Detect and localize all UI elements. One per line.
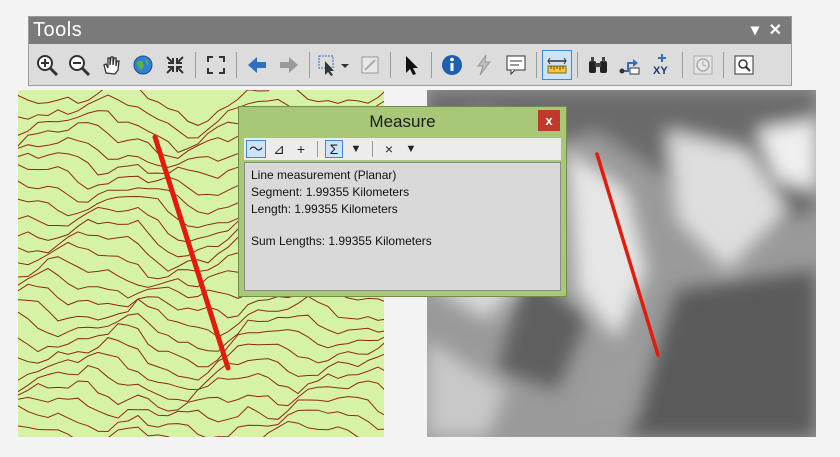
segment-length-text: Segment: 1.99355 Kilometers [251,185,410,199]
sum-lengths-text: Sum Lengths: 1.99355 Kilometers [251,234,432,248]
tools-titlebar[interactable] [29,17,791,44]
toolbar-separator [536,52,537,78]
go-to-xy-icon[interactable]: XY [647,50,677,80]
tools-toolbar: Tools ▾ ✕ XY [28,16,792,86]
tools-dropdown-icon[interactable]: ▾ [751,20,759,40]
measure-dialog-title[interactable]: Measure [239,109,566,135]
tools-button-row: XY [32,48,759,82]
magnifier-window-icon[interactable] [729,50,759,80]
tools-title: Tools [33,19,83,41]
zoom-out-icon[interactable] [64,50,94,80]
svg-text:XY: XY [653,65,668,77]
fixed-zoom-out-icon[interactable] [201,50,231,80]
show-total-sum-button[interactable]: Σ [325,140,343,158]
hyperlink-lightning-icon[interactable] [469,50,499,80]
measure-area-button[interactable]: ⊿ [270,140,288,158]
toolbar-separator [309,52,310,78]
measure-feature-button[interactable]: + [292,140,310,158]
time-slider-icon[interactable] [688,50,718,80]
toolbar-separator [195,52,196,78]
toolbar-separator [317,141,318,157]
forward-arrow-icon[interactable] [274,50,304,80]
choose-measurement-type-dropdown[interactable]: ▼ [347,140,365,158]
measure-output-panel: Line measurement (Planar) Segment: 1.993… [244,162,561,291]
clear-selection-icon[interactable] [355,50,385,80]
toolbar-separator [390,52,391,78]
tools-close-icon[interactable]: ✕ [769,20,782,40]
toolbar-separator [682,52,683,78]
zoom-in-icon[interactable] [32,50,62,80]
toolbar-separator [577,52,578,78]
total-length-text: Length: 1.99355 Kilometers [251,202,398,216]
measure-line-button[interactable]: 〜 [246,140,266,158]
find-route-icon[interactable] [615,50,645,80]
select-elements-pointer-icon[interactable] [396,50,426,80]
clear-and-reset-button[interactable]: × [380,140,398,158]
measure-type-text: Line measurement (Planar) [251,168,397,182]
back-arrow-icon[interactable] [242,50,272,80]
find-binoculars-icon[interactable] [583,50,613,80]
measure-close-button[interactable]: x [538,110,560,131]
measure-dialog: Measure x 〜 ⊿ + Σ ▼ × ▼ Line measurement… [238,106,567,297]
toolbar-separator [236,52,237,78]
full-extent-globe-icon[interactable] [128,50,158,80]
identify-info-icon[interactable] [437,50,467,80]
measure-ruler-icon[interactable] [542,50,572,80]
toolbar-separator [372,141,373,157]
measure-toolbar: 〜 ⊿ + Σ ▼ × ▼ [244,138,561,160]
html-popup-icon[interactable] [501,50,531,80]
select-features-icon[interactable] [315,50,353,80]
fixed-zoom-in-icon[interactable] [160,50,190,80]
toolbar-separator [723,52,724,78]
toolbar-separator [431,52,432,78]
choose-units-dropdown[interactable]: ▼ [402,140,420,158]
pan-hand-icon[interactable] [96,50,126,80]
output-spacer [251,218,554,233]
